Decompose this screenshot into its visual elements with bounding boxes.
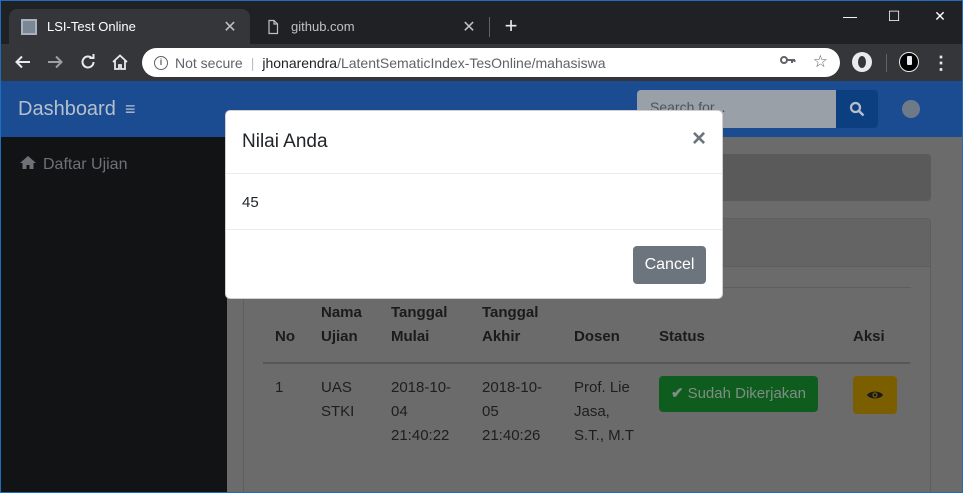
modal-footer: Cancel [226, 230, 722, 299]
info-icon[interactable]: i [154, 55, 168, 70]
eye-icon [867, 391, 883, 399]
cell-tanggal-akhir: 2018-10-05 21:40:26 [482, 379, 543, 444]
tab-strip: LSI-Test Online ✕ github.com ✕ + — ☐ ✕ [1, 1, 962, 44]
tab-separator [489, 17, 490, 37]
sidebar: Daftar Ujian [1, 137, 227, 492]
cell-dosen: Prof. Lie Jasa, S.T., M.T [574, 379, 634, 444]
col-header-tanggal-akhir: Tanggal Akhir [470, 301, 562, 364]
tab-lsi-test-online[interactable]: LSI-Test Online ✕ [9, 9, 250, 44]
extension-icon[interactable] [852, 52, 872, 72]
url-path: /LatentSematicIndex-TesOnline/mahasiswa [337, 54, 606, 71]
col-header-nama-ujian: Nama Ujian [309, 301, 379, 364]
search-button[interactable] [836, 90, 878, 128]
brand-title[interactable]: Dashboard [18, 98, 116, 121]
home-icon[interactable] [107, 49, 133, 75]
score-value: 45 [242, 194, 259, 211]
cell-no: 1 [275, 379, 284, 396]
cell-aksi [841, 363, 910, 448]
address-divider: | [250, 54, 255, 71]
menu-dots-icon[interactable]: ⋮ [931, 50, 951, 76]
url-host: jhonarendra [262, 54, 338, 71]
hamburger-icon[interactable]: ≡ [125, 99, 136, 120]
sidebar-item-label: Daftar Ujian [43, 156, 128, 173]
tab-github[interactable]: github.com ✕ [253, 9, 489, 44]
tab-title: github.com [291, 19, 355, 34]
score-modal: Nilai Anda × 45 Cancel [225, 110, 723, 299]
minimize-icon[interactable]: — [827, 1, 873, 31]
home-icon [19, 155, 37, 175]
tab-title: LSI-Test Online [47, 19, 136, 34]
security-label: Not secure [175, 54, 243, 71]
document-icon [265, 19, 281, 35]
status-done-button[interactable]: ✔ Sudah Dikerjakan [659, 376, 818, 412]
browser-window: LSI-Test Online ✕ github.com ✕ + — ☐ ✕ i… [0, 0, 963, 493]
profile-icon[interactable] [899, 52, 919, 72]
close-window-icon[interactable]: ✕ [917, 1, 962, 31]
forward-arrow-icon[interactable] [42, 49, 68, 75]
view-button[interactable] [853, 376, 897, 414]
col-header-tanggal-mulai: Tanggal Mulai [379, 301, 470, 364]
close-tab-icon[interactable]: ✕ [222, 17, 238, 37]
col-header-dosen: Dosen [562, 301, 647, 364]
cell-status: ✔ Sudah Dikerjakan [647, 363, 841, 448]
table-header-row: No Nama Ujian Tanggal Mulai Tanggal Akhi… [263, 301, 910, 364]
user-circle-icon[interactable] [902, 100, 920, 118]
modal-body: 45 [226, 174, 722, 230]
new-tab-icon[interactable]: + [498, 13, 524, 39]
col-header-status: Status [647, 301, 841, 364]
close-tab-icon[interactable]: ✕ [461, 17, 477, 37]
exam-table: No Nama Ujian Tanggal Mulai Tanggal Akhi… [263, 301, 910, 448]
star-icon[interactable]: ☆ [813, 52, 828, 72]
address-bar[interactable]: i Not secure | jhonarendra/LatentSematic… [142, 48, 840, 77]
favicon-icon [21, 18, 37, 35]
modal-header: Nilai Anda × [226, 111, 722, 174]
browser-toolbar: i Not secure | jhonarendra/LatentSematic… [1, 44, 962, 81]
modal-title: Nilai Anda [242, 131, 328, 152]
sidebar-item-daftar-ujian[interactable]: Daftar Ujian [19, 155, 127, 175]
page-viewport: Dashboard ≡ Search for... Daftar Ujian N… [1, 81, 962, 492]
col-header-aksi: Aksi [841, 301, 910, 364]
status-label: Sudah Dikerjakan [687, 385, 806, 402]
close-icon[interactable]: × [692, 127, 706, 151]
cell-tanggal-mulai: 2018-10-04 21:40:22 [391, 379, 452, 444]
reload-icon[interactable] [75, 49, 101, 75]
col-header-no: No [263, 301, 309, 364]
key-icon[interactable] [780, 54, 796, 69]
cell-nama-ujian: UAS STKI [321, 379, 355, 420]
search-icon [849, 101, 865, 117]
maximize-icon[interactable]: ☐ [871, 1, 917, 31]
back-arrow-icon[interactable] [10, 49, 36, 75]
cancel-button[interactable]: Cancel [633, 246, 706, 284]
toolbar-separator [886, 54, 887, 72]
table-row: 1 UAS STKI 2018-10-04 21:40:22 2018-10-0… [263, 363, 910, 448]
check-icon: ✔ [671, 385, 684, 402]
